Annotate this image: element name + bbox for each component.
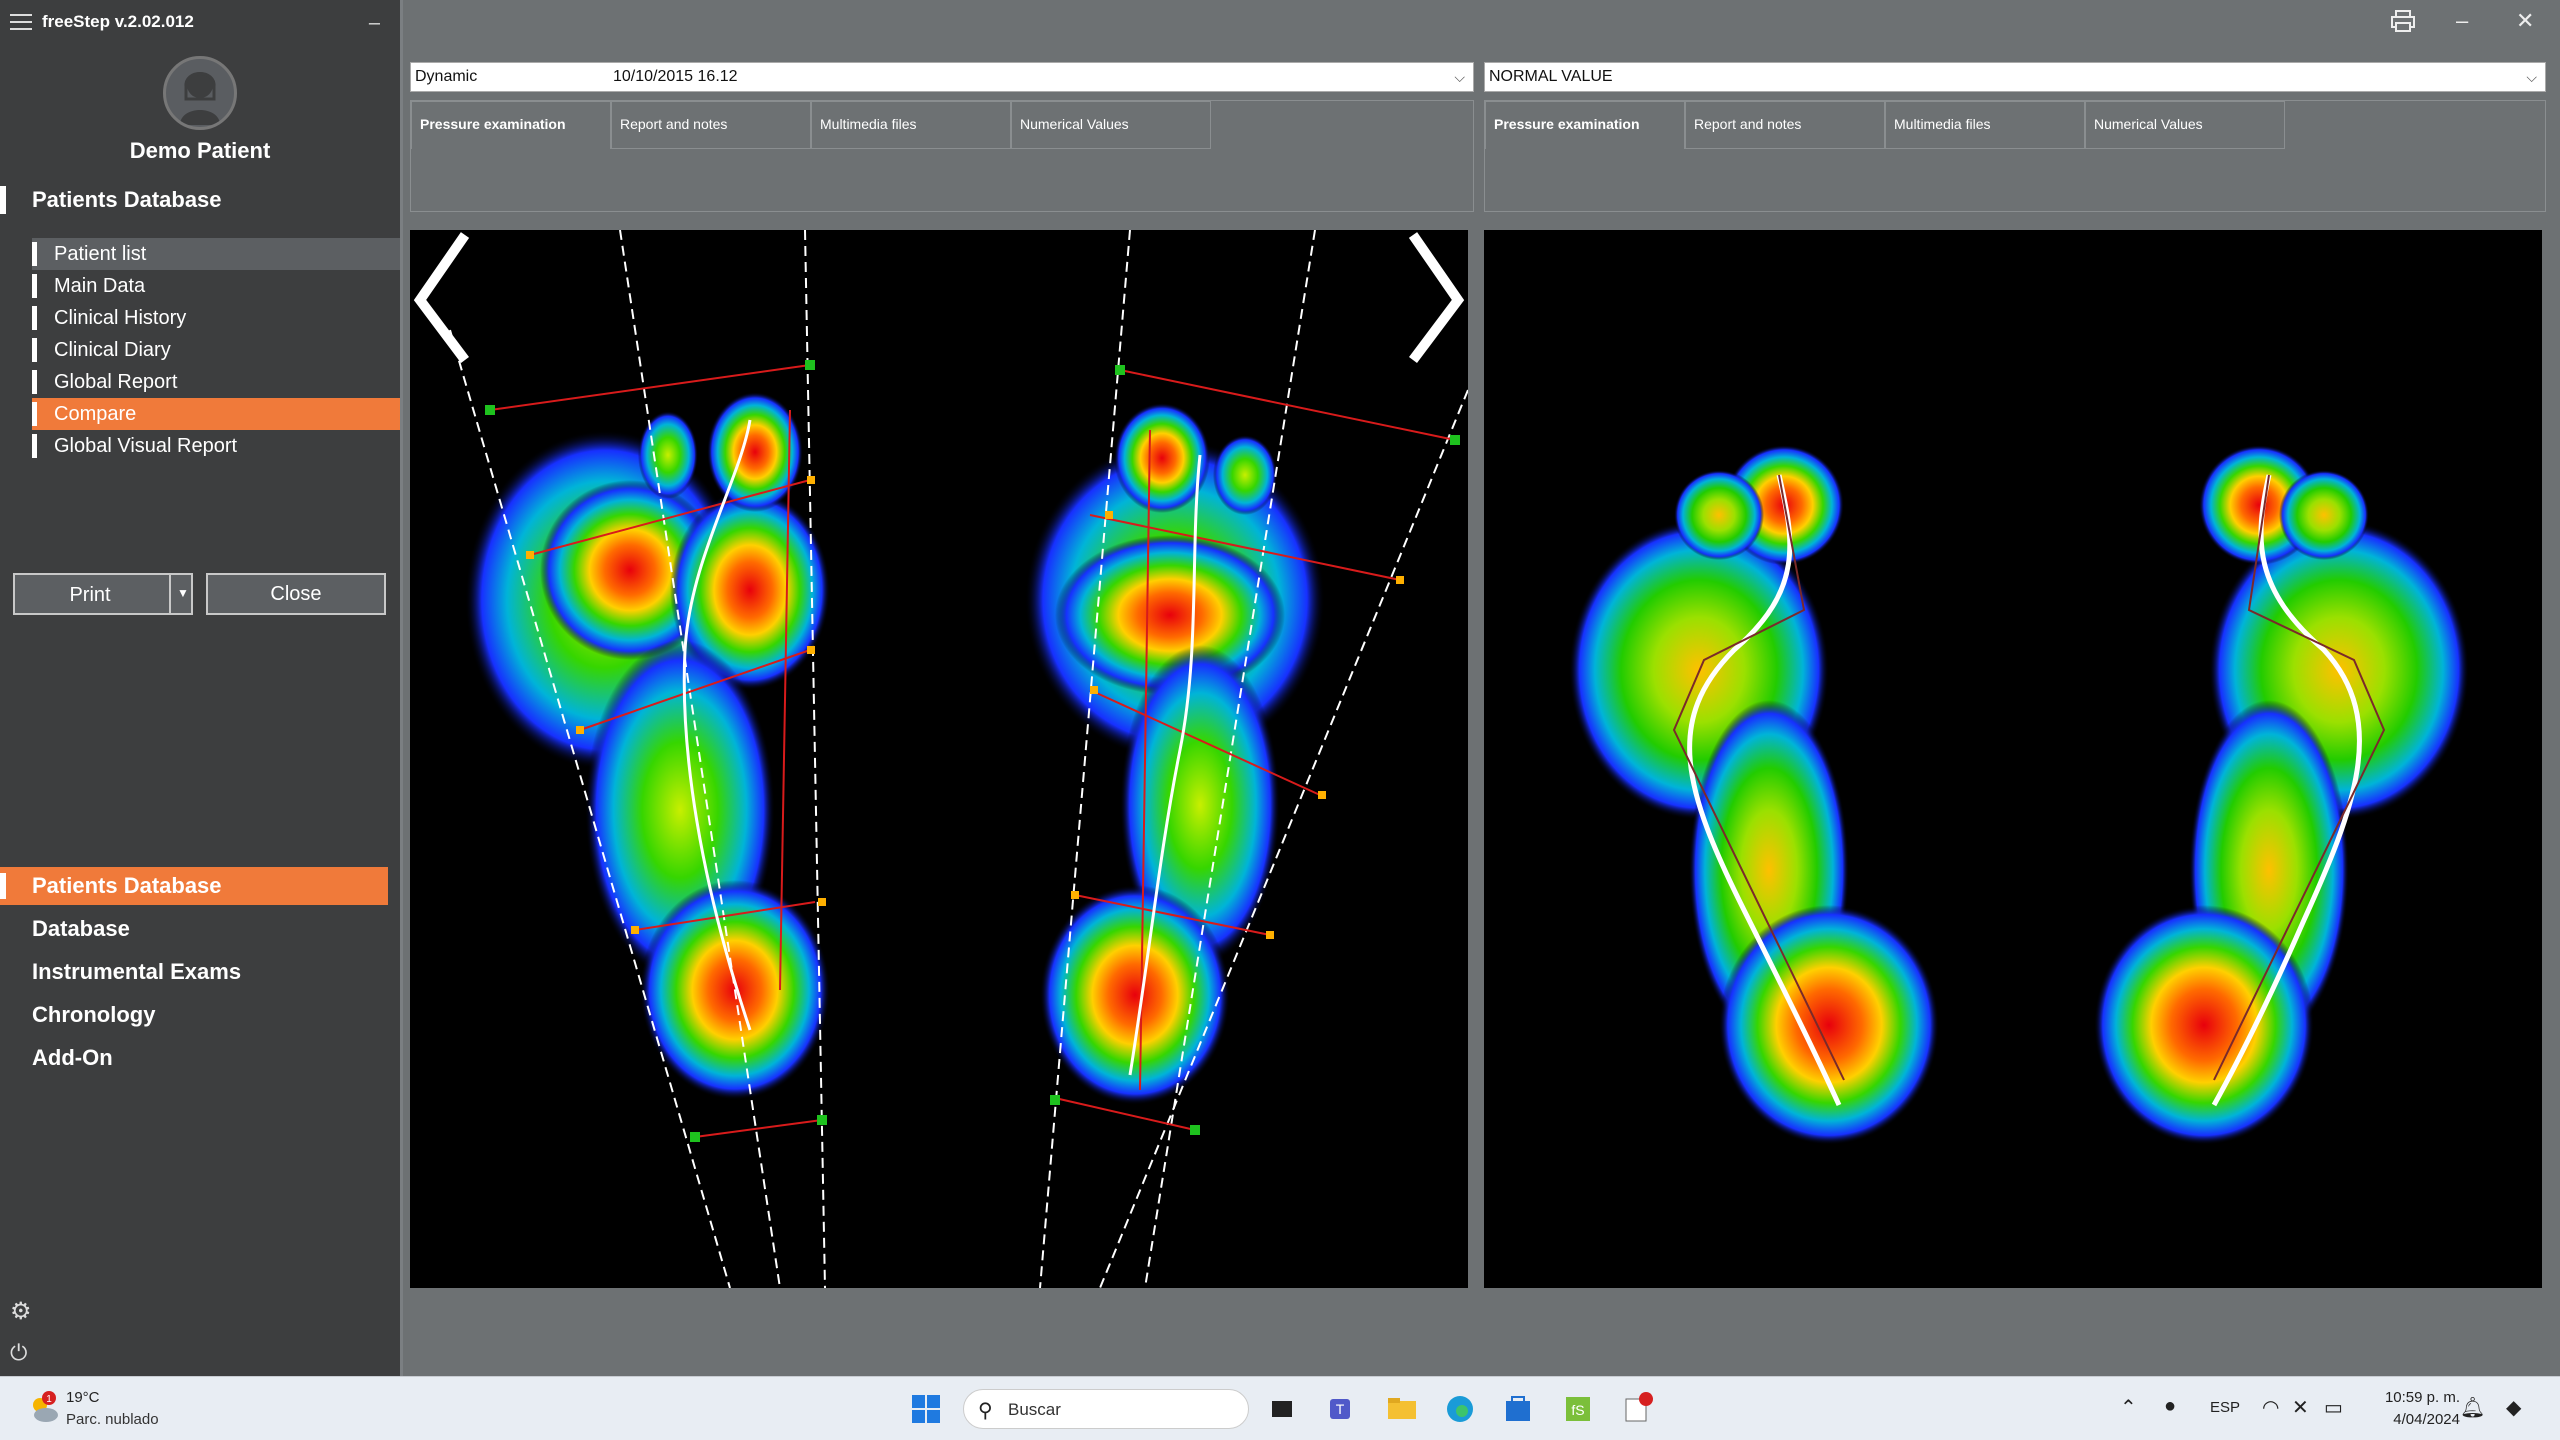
tab-multimedia-files[interactable]: Multimedia files: [811, 101, 1011, 149]
sidebar-item-clinical-diary[interactable]: Clinical Diary: [32, 334, 400, 366]
search-icon: ⚲: [978, 1400, 993, 1422]
sidebar-item-main-data[interactable]: Main Data: [32, 270, 400, 302]
store-icon[interactable]: [1498, 1389, 1538, 1429]
exam-select-dropdown[interactable]: Dynamic 10/10/2015 16.12 ⌵: [410, 62, 1474, 92]
sidebar-item-clinical-history[interactable]: Clinical History: [32, 302, 400, 334]
volume-muted-icon[interactable]: ✕: [2292, 1395, 2309, 1420]
clock-date[interactable]: 4/04/2024: [2370, 1411, 2460, 1428]
print-button[interactable]: Print ▼: [13, 573, 193, 615]
sidebar-item-patient-list[interactable]: Patient list: [32, 238, 400, 270]
foot-left-toe: [638, 411, 698, 499]
notes-app-icon[interactable]: [1616, 1389, 1656, 1429]
sidebar-item-global-report[interactable]: Global Report: [32, 366, 400, 398]
right-reference-panel: NORMAL VALUE ⌵ Pressure examination Repo…: [1484, 62, 2546, 1326]
nav-chronology[interactable]: Chronology: [0, 996, 388, 1034]
pressure-map-left[interactable]: [410, 230, 1468, 1288]
teams-icon[interactable]: T: [1322, 1389, 1362, 1429]
task-view-icon[interactable]: [1262, 1389, 1302, 1429]
minimize-icon[interactable]: –: [2456, 8, 2468, 34]
section-title-patients-database: Patients Database: [0, 182, 390, 218]
foot-right-toe: [1213, 435, 1277, 515]
tab-report-and-notes[interactable]: Report and notes: [1685, 101, 1885, 149]
patient-avatar: [163, 56, 237, 130]
tab-numerical-values[interactable]: Numerical Values: [1011, 101, 1211, 149]
tab-multimedia-files[interactable]: Multimedia files: [1885, 101, 2085, 149]
hamburger-menu-icon[interactable]: [10, 14, 32, 32]
battery-icon[interactable]: ▭: [2324, 1395, 2343, 1420]
print-dropdown-arrow-icon[interactable]: ▼: [177, 586, 189, 600]
chevron-down-icon: ⌵: [2526, 69, 2537, 85]
foot-right-heel: [1040, 885, 1230, 1105]
ref-left-toe: [1674, 470, 1764, 560]
tab-pressure-examination[interactable]: Pressure examination: [411, 101, 611, 149]
ref-right-toe: [2279, 470, 2369, 560]
app-window: freeStep v.2.02.012 – Demo Patient Patie…: [0, 0, 2560, 1440]
svg-text:fS: fS: [1571, 1402, 1584, 1418]
app-title: freeStep v.2.02.012: [42, 12, 194, 31]
weather-temperature: 19°C: [66, 1389, 100, 1406]
person-icon: [180, 72, 220, 125]
power-icon[interactable]: ⏻: [10, 1340, 27, 1366]
patient-name: Demo Patient: [129, 138, 271, 163]
sub-navigation: Patient list Main Data Clinical History …: [32, 238, 400, 462]
next-chevron-icon[interactable]: [1408, 232, 1465, 363]
wifi-icon[interactable]: ◠: [2262, 1395, 2279, 1420]
start-windows-icon[interactable]: [906, 1389, 946, 1429]
sidebar-minimize-icon[interactable]: –: [369, 12, 380, 35]
app-titlebar: freeStep v.2.02.012 –: [0, 0, 400, 46]
pressure-map-left-svg: [413, 230, 1468, 1288]
ref-left-heel: [1719, 905, 1939, 1145]
notification-bell-icon[interactable]: 🔔︎: [2460, 1395, 2485, 1420]
weather-description: Parc. nublado: [66, 1411, 159, 1428]
tab-report-and-notes[interactable]: Report and notes: [611, 101, 811, 149]
sidebar: freeStep v.2.02.012 – Demo Patient Patie…: [0, 0, 400, 1376]
file-explorer-icon[interactable]: [1382, 1389, 1422, 1429]
settings-gear-icon[interactable]: ⚙: [10, 1297, 32, 1326]
close-window-icon[interactable]: ✕: [2516, 8, 2534, 34]
previous-chevron-icon[interactable]: [413, 232, 470, 363]
reference-value: NORMAL VALUE: [1489, 68, 1613, 85]
tray-chevron-up-icon[interactable]: ⌃: [2120, 1395, 2137, 1420]
left-exam-panel: Dynamic 10/10/2015 16.12 ⌵ Pressure exam…: [410, 62, 1474, 1326]
close-button[interactable]: Close: [206, 573, 386, 615]
chevron-down-icon: ⌵: [1454, 69, 1465, 85]
taskbar-search-box[interactable]: ⚲ Buscar: [963, 1389, 1249, 1429]
tray-security-icon[interactable]: ●: [2164, 1395, 2176, 1418]
copilot-icon[interactable]: ◆: [2506, 1395, 2521, 1420]
search-placeholder: Buscar: [1008, 1400, 1061, 1419]
nav-instrumental-exams[interactable]: Instrumental Exams: [0, 953, 388, 991]
print-button-label: Print: [69, 584, 111, 606]
tab-pressure-examination[interactable]: Pressure examination: [1485, 101, 1685, 149]
edge-browser-icon[interactable]: [1440, 1389, 1480, 1429]
nav-database[interactable]: Database: [0, 910, 388, 948]
exam-date: 10/10/2015 16.12: [613, 68, 738, 85]
sidebar-item-global-visual-report[interactable]: Global Visual Report: [32, 430, 400, 462]
windows-taskbar: 1 19°C Parc. nublado ⚲ Buscar T fS ⌃ ● E…: [0, 1376, 2560, 1440]
sidebar-divider: [400, 0, 403, 1376]
printer-icon[interactable]: [2390, 8, 2416, 40]
right-tabbar: Pressure examination Report and notes Mu…: [1484, 100, 2546, 212]
freestep-app-icon[interactable]: fS: [1558, 1389, 1598, 1429]
print-split-divider: [169, 575, 171, 613]
pressure-map-reference[interactable]: [1484, 230, 2542, 1288]
svg-text:T: T: [1336, 1401, 1345, 1417]
exam-type: Dynamic: [415, 68, 478, 85]
left-tabbar: Pressure examination Report and notes Mu…: [410, 100, 1474, 212]
clock-time[interactable]: 10:59 p. m.: [2370, 1389, 2460, 1406]
weather-badge: 1: [46, 1394, 52, 1405]
weather-cloud-icon[interactable]: 1: [26, 1391, 62, 1427]
tray-language[interactable]: ESP: [2210, 1399, 2240, 1416]
nav-add-on[interactable]: Add-On: [0, 1039, 388, 1077]
reference-select-dropdown[interactable]: NORMAL VALUE ⌵: [1484, 62, 2546, 92]
tab-numerical-values[interactable]: Numerical Values: [2085, 101, 2285, 149]
pressure-map-reference-svg: [1569, 445, 2469, 1145]
sidebar-item-compare[interactable]: Compare: [32, 398, 400, 430]
nav-patients-database[interactable]: Patients Database: [0, 867, 388, 905]
window-controls: – ✕: [2340, 0, 2560, 46]
main-navigation: Patients Database Database Instrumental …: [0, 867, 400, 1082]
